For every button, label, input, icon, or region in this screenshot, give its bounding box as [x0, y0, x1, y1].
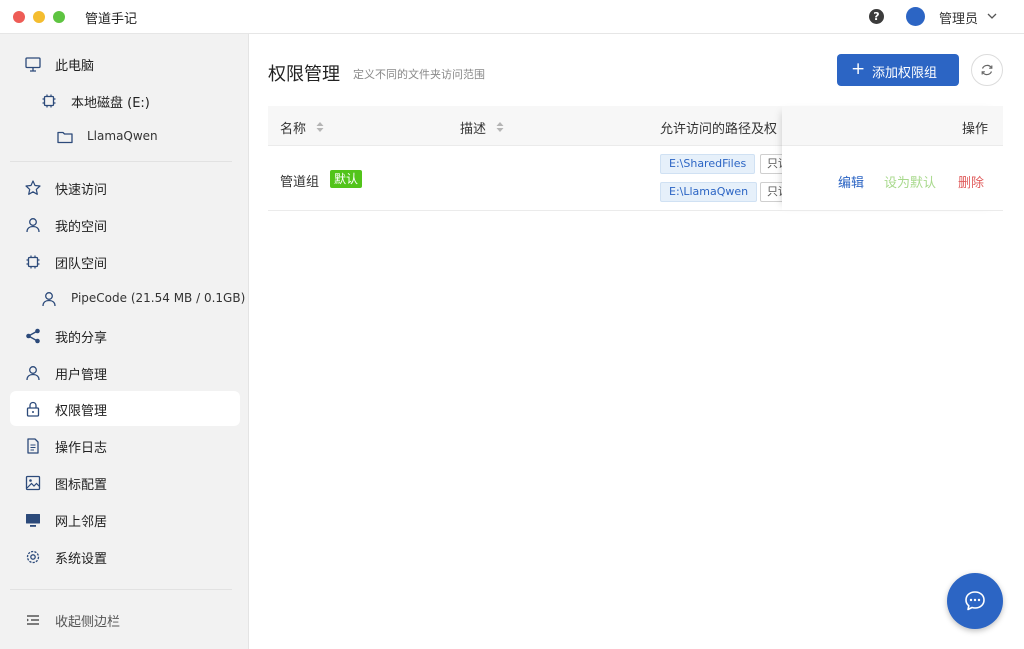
refresh-button[interactable]	[971, 54, 1003, 86]
edit-link[interactable]: 编辑	[838, 172, 864, 191]
window-minimize-button[interactable]	[33, 11, 45, 23]
add-permission-group-button[interactable]: + 添加权限组	[837, 54, 959, 86]
chip-icon	[26, 255, 40, 269]
sidebar-item-pipecode[interactable]: PipeCode (21.54 MB / 0.1GB)	[10, 281, 245, 316]
actions-header: 操作	[782, 106, 1003, 146]
sidebar-item-permissions[interactable]: 权限管理	[10, 391, 240, 426]
sidebar-item-computer[interactable]: 此电脑	[10, 46, 240, 81]
sidebar-item-label: 本地磁盘 (E:)	[71, 96, 150, 111]
sidebar: 此电脑 本地磁盘 (E:) LlamaQwen 快速访问 我的空间 团队空间 P…	[0, 34, 249, 649]
actions-cell: 编辑 设为默认 删除	[782, 146, 1003, 211]
sidebar-item-network[interactable]: 网上邻居	[10, 502, 240, 537]
sidebar-item-team-space[interactable]: 团队空间	[10, 244, 240, 279]
image-icon	[25, 475, 41, 491]
column-header-actions: 操作	[962, 122, 989, 137]
monitor-outline-icon	[25, 57, 41, 72]
avatar[interactable]	[906, 7, 925, 26]
sidebar-item-label: LlamaQwen	[87, 129, 158, 143]
gear-icon	[26, 550, 40, 564]
path-tag: E:\SharedFiles	[660, 154, 756, 174]
sidebar-item-label: 网上邻居	[55, 515, 108, 530]
sort-icon[interactable]	[495, 120, 505, 134]
sidebar-item-label: 我的分享	[55, 331, 108, 346]
sidebar-item-label: 此电脑	[55, 59, 95, 74]
default-badge: 默认	[330, 170, 363, 188]
user-icon	[42, 292, 56, 307]
permission-table: 名称 描述 管道组 默认 允许访问的路径及权 E:\SharedFiles 只读…	[268, 106, 1003, 211]
delete-link[interactable]: 删除	[958, 172, 984, 191]
sidebar-item-settings[interactable]: 系统设置	[10, 539, 240, 574]
sidebar-item-label: PipeCode (21.54 MB / 0.1GB)	[71, 291, 246, 305]
plus-icon: +	[851, 59, 866, 79]
path-tag: E:\LlamaQwen	[660, 182, 758, 202]
user-icon	[26, 218, 40, 233]
sidebar-item-label: 操作日志	[55, 441, 108, 456]
sidebar-item-operation-log[interactable]: 操作日志	[10, 428, 240, 463]
help-icon[interactable]: ?	[869, 9, 884, 24]
folder-icon	[57, 131, 73, 144]
sidebar-item-label: 我的空间	[55, 220, 108, 235]
share-icon	[26, 328, 40, 344]
page-subtitle: 定义不同的文件夹访问范围	[353, 68, 485, 81]
sidebar-divider	[10, 589, 232, 590]
star-icon	[25, 180, 41, 195]
sidebar-item-disk[interactable]: 本地磁盘 (E:)	[10, 83, 240, 118]
user-icon	[26, 366, 40, 381]
sidebar-item-label: 用户管理	[55, 368, 108, 383]
user-name[interactable]: 管理员	[939, 8, 978, 27]
sidebar-item-label: 图标配置	[55, 478, 108, 493]
column-header-paths: 允许访问的路径及权	[660, 122, 778, 137]
sidebar-item-label: 权限管理	[55, 404, 108, 419]
sidebar-item-label: 快速访问	[55, 183, 108, 198]
sidebar-item-icon-config[interactable]: 图标配置	[10, 465, 240, 500]
column-header-description[interactable]: 描述	[460, 118, 486, 137]
actions-column: 操作 编辑 设为默认 删除	[782, 106, 1003, 211]
sidebar-item-label: 系统设置	[55, 552, 108, 567]
sidebar-item-user-management[interactable]: 用户管理	[10, 355, 240, 390]
chat-button[interactable]	[947, 573, 1003, 629]
sidebar-item-quick-access[interactable]: 快速访问	[10, 170, 240, 205]
sidebar-item-folder[interactable]: LlamaQwen	[10, 119, 240, 154]
main-content: 权限管理 定义不同的文件夹访问范围 + 添加权限组 名称 描述 管道组 默认 允…	[249, 34, 1024, 649]
app-title: 管道手记	[85, 12, 138, 27]
set-default-link[interactable]: 设为默认	[884, 172, 936, 191]
sidebar-divider	[10, 161, 232, 162]
collapse-label: 收起侧边栏	[55, 615, 121, 630]
chip-icon	[42, 94, 56, 108]
sort-icon[interactable]	[315, 120, 325, 134]
add-button-label: 添加权限组	[872, 66, 938, 81]
group-name: 管道组	[280, 175, 320, 190]
sidebar-item-label: 团队空间	[55, 257, 108, 272]
column-header-name[interactable]: 名称	[280, 118, 306, 137]
refresh-icon	[981, 64, 993, 76]
sidebar-item-my-space[interactable]: 我的空间	[10, 207, 240, 242]
collapse-sidebar-button[interactable]: 收起侧边栏	[10, 602, 240, 637]
permission-tag: 只读	[760, 182, 782, 202]
monitor-icon	[26, 514, 40, 527]
title-bar: 管道手记 ? 管理员	[0, 0, 1024, 34]
window-maximize-button[interactable]	[53, 11, 65, 23]
window-close-button[interactable]	[13, 11, 25, 23]
chevron-down-icon[interactable]	[986, 10, 998, 22]
paths-column: 允许访问的路径及权 E:\SharedFiles 只读 E:\LlamaQwen…	[660, 106, 782, 211]
chat-icon	[965, 591, 985, 611]
sidebar-item-my-shares[interactable]: 我的分享	[10, 318, 240, 353]
menu-collapse-icon	[27, 615, 39, 625]
document-icon	[27, 438, 39, 454]
lock-icon	[26, 401, 40, 417]
page-title: 权限管理	[268, 64, 340, 85]
permission-tag: 只读	[760, 154, 782, 174]
